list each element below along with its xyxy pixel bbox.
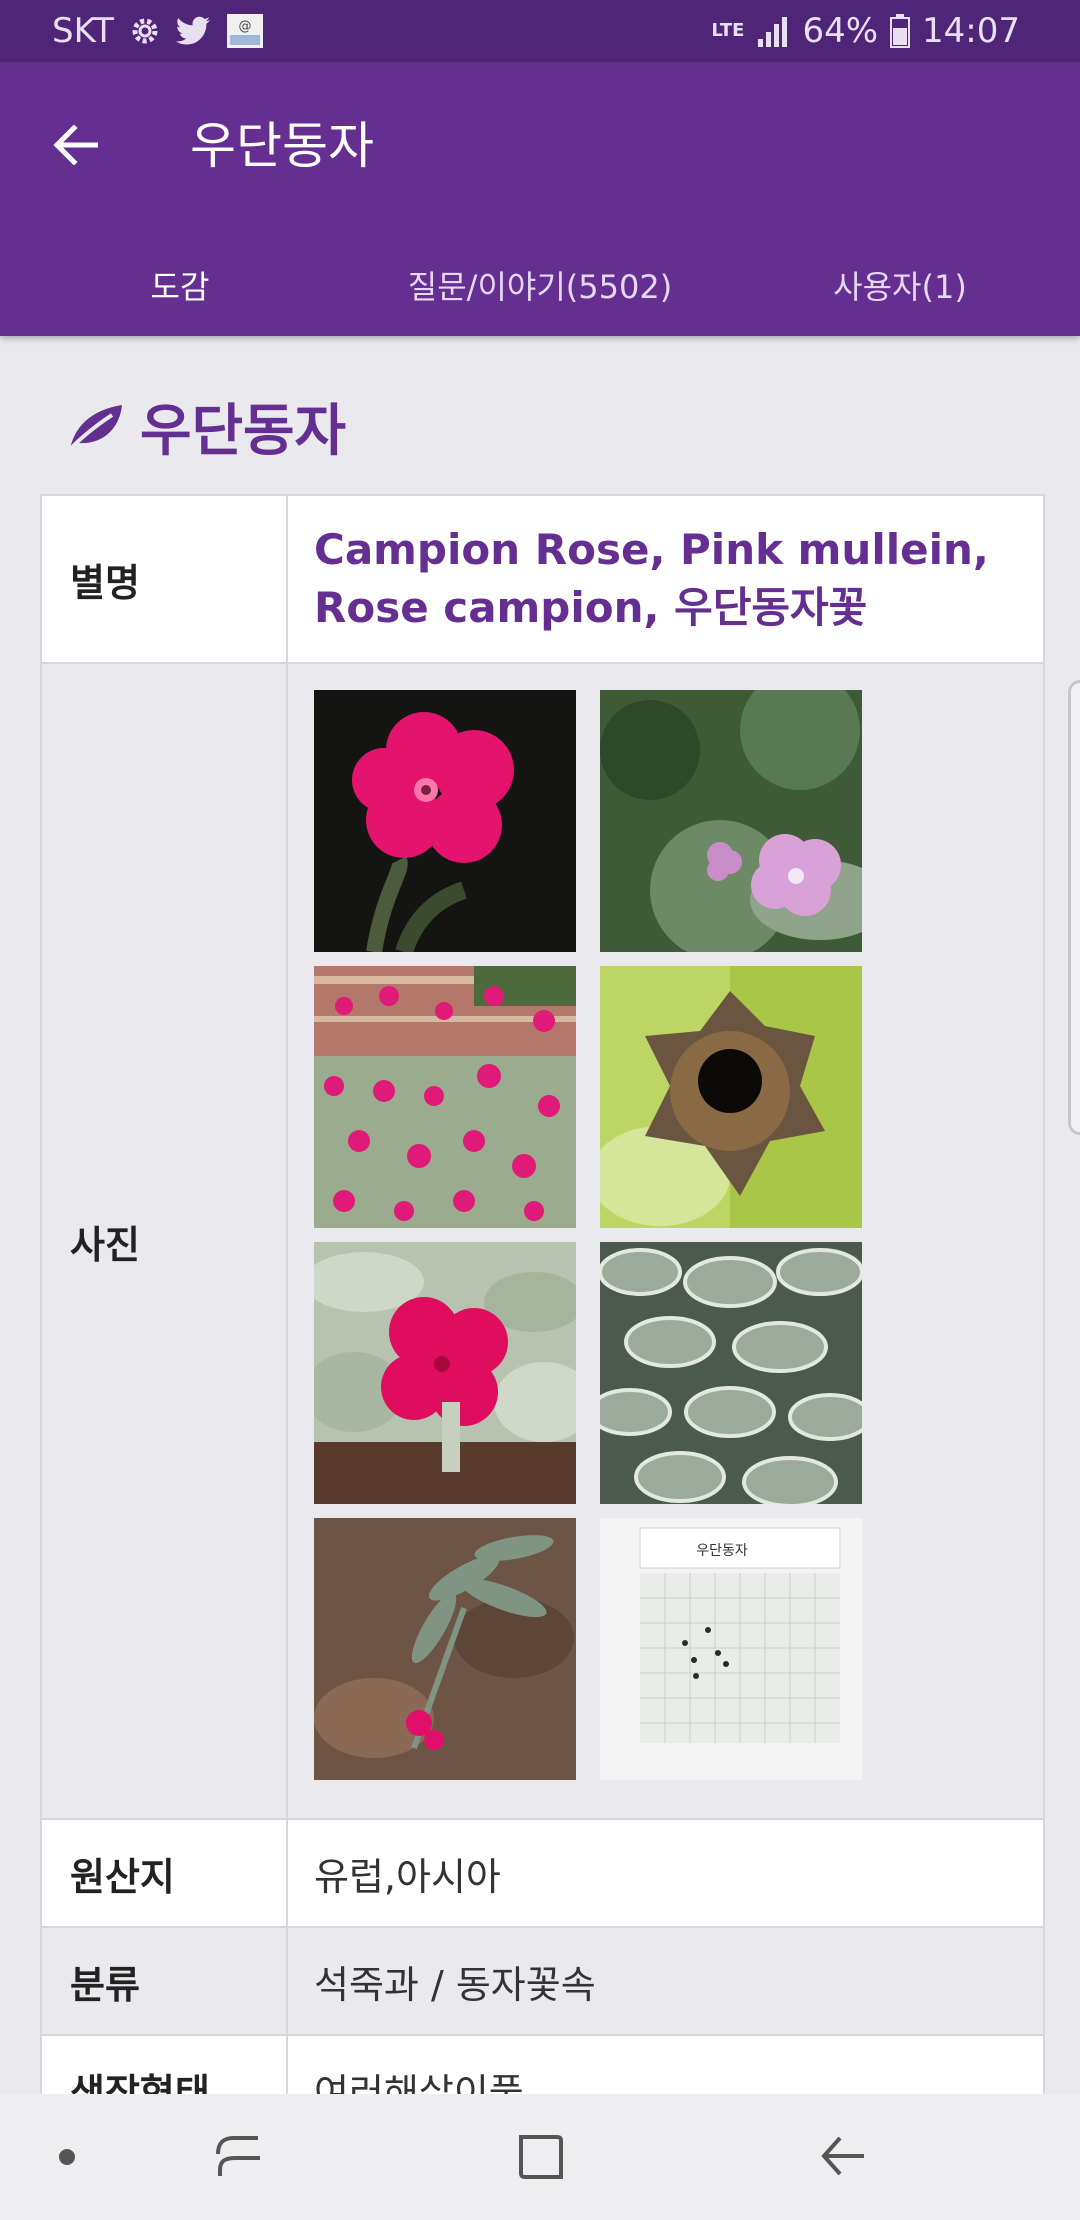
dot-icon <box>59 2149 75 2165</box>
plant-info-table: 별명 Campion Rose, Pink mullein, Rose camp… <box>40 494 1045 2144</box>
classification-row: 분류 석죽과 / 동자꽃속 <box>42 1928 1043 2036</box>
system-back-button[interactable] <box>798 2114 888 2200</box>
classification-label: 분류 <box>42 1928 288 2034</box>
alias-value: Campion Rose, Pink mullein, Rose campion… <box>314 525 989 632</box>
back-arrow-icon <box>53 125 98 165</box>
back-chevron-icon <box>821 2136 864 2176</box>
leaf-icon <box>66 404 122 452</box>
nav-dot-button[interactable] <box>22 2114 112 2200</box>
origin-value: 유럽,아시아 <box>314 1854 501 1899</box>
classification-value: 석죽과 / 동자꽃속 <box>314 1962 596 2007</box>
recent-apps-button[interactable] <box>194 2114 284 2200</box>
back-button[interactable] <box>40 110 110 180</box>
tab-users[interactable]: 사용자(1) <box>760 240 1040 330</box>
recents-icon <box>216 2136 260 2176</box>
tab-bar: 도감 질문/이야기(5502) 사용자(1) <box>0 240 1080 330</box>
status-bar: SKT @ LTE 64% 14:07 <box>0 0 1080 62</box>
battery-icon <box>890 14 911 48</box>
lte-icon: LTE <box>711 20 745 41</box>
alias-label: 별명 <box>42 496 288 662</box>
pale-pink-flower-photo[interactable] <box>600 690 862 952</box>
magenta-flower-leaves-photo[interactable] <box>314 1242 576 1504</box>
seed-card-photo[interactable]: 우단동자 <box>600 1518 862 1780</box>
twitter-icon <box>176 16 212 46</box>
plant-soil-photo[interactable] <box>314 1518 576 1780</box>
photo-gallery: 우단동자 <box>314 664 862 1818</box>
origin-label: 원산지 <box>42 1820 288 1926</box>
photo-label: 사진 <box>42 664 288 1818</box>
email-notification-icon: @ <box>226 13 264 49</box>
alias-row: 별명 Campion Rose, Pink mullein, Rose camp… <box>42 496 1043 664</box>
app-title: 우단동자 <box>190 117 374 175</box>
seed-pod-photo[interactable] <box>600 966 862 1228</box>
carrier-text: SKT <box>52 11 115 51</box>
home-button[interactable] <box>496 2114 586 2200</box>
battery-percent: 64% <box>802 11 879 51</box>
svg-text:우단동자: 우단동자 <box>696 1543 748 1559</box>
app-bar: 우단동자 도감 질문/이야기(5502) 사용자(1) <box>0 62 1080 336</box>
home-square-icon <box>519 2135 563 2179</box>
scroll-handle[interactable] <box>1068 680 1080 1135</box>
tab-encyclopedia[interactable]: 도감 <box>40 240 320 330</box>
origin-row: 원산지 유럽,아시아 <box>42 1820 1043 1928</box>
page-heading: 우단동자 <box>64 386 346 467</box>
tab-questions[interactable]: 질문/이야기(5502) <box>380 240 700 330</box>
system-nav-bar <box>0 2094 1080 2220</box>
plant-name-heading: 우단동자 <box>140 399 347 464</box>
signal-icon <box>756 15 790 47</box>
gear-notification-icon <box>128 14 162 48</box>
svg-text:@: @ <box>239 19 252 34</box>
silver-leaves-photo[interactable] <box>600 1242 862 1504</box>
magenta-flower-dark-photo[interactable] <box>314 690 576 952</box>
photo-row: 사진 우단동자 <box>42 664 1043 1820</box>
clock: 14:07 <box>922 11 1020 51</box>
flower-bed-photo[interactable] <box>314 966 576 1228</box>
